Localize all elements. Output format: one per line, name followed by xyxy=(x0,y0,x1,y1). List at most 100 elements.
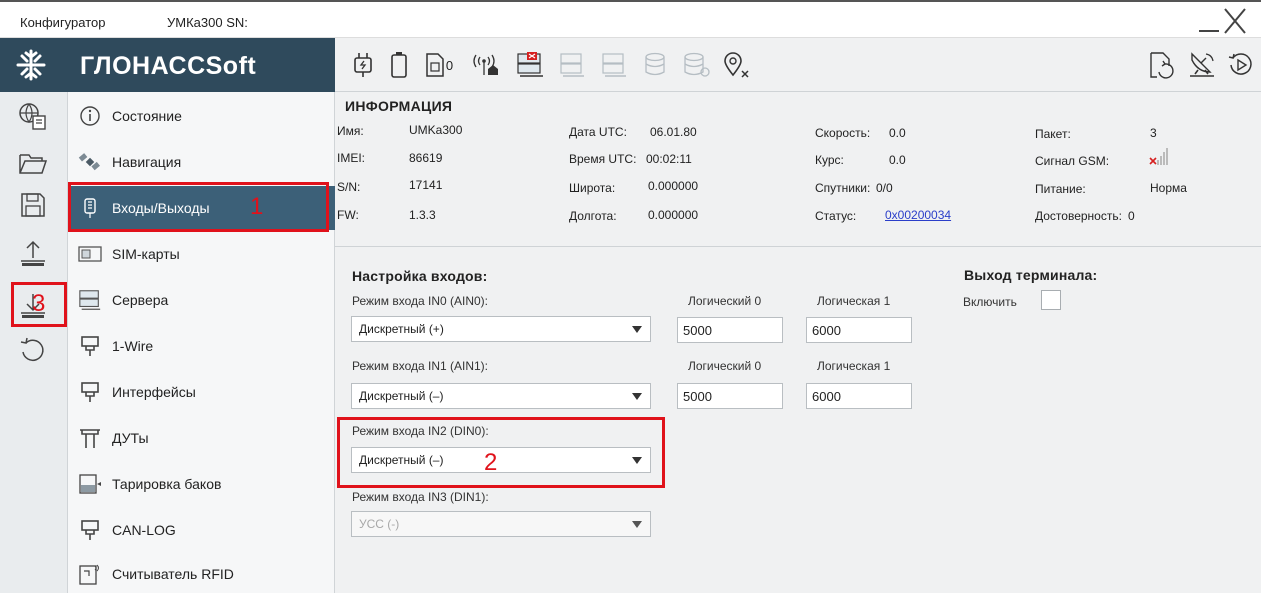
chevron-down-icon xyxy=(632,393,642,400)
sidebar-item-label: Состояние xyxy=(112,108,182,124)
sidebar-item-label: Считыватель RFID xyxy=(112,566,234,582)
inputs-section-title: Настройка входов: xyxy=(352,268,488,284)
in0-logic0-input[interactable]: 5000 xyxy=(677,317,783,343)
info-panel: ИНФОРМАЦИЯ Имя: UMKa300 IMEI: 86619 S/N:… xyxy=(335,92,1261,247)
logic1-label: Логическая 1 xyxy=(817,359,891,373)
annotation-number-1: 1 xyxy=(250,193,264,220)
speed-label: Скорость: xyxy=(815,126,871,140)
globe-device-icon[interactable] xyxy=(16,100,50,134)
battery-icon xyxy=(385,50,413,80)
name-value: UMKa300 xyxy=(409,123,463,137)
io-plug-icon xyxy=(78,196,102,220)
logic1-label: Логическая 1 xyxy=(817,294,891,308)
in0-logic1-input[interactable]: 6000 xyxy=(806,317,912,343)
status-link[interactable]: 0x00200034 xyxy=(885,208,951,222)
server-rack-icon xyxy=(78,288,102,312)
sidebar-item-io[interactable]: Входы/Выходы xyxy=(68,186,335,230)
satellites-label: Спутники: xyxy=(815,181,871,195)
gsm-label: Сигнал GSM: xyxy=(1035,154,1110,168)
imei-value: 86619 xyxy=(409,151,443,165)
chevron-down-icon xyxy=(632,521,642,528)
connector-icon xyxy=(78,334,102,358)
packet-value: 3 xyxy=(1150,126,1157,140)
validity-label: Достоверность: xyxy=(1035,209,1122,223)
imei-label: IMEI: xyxy=(337,151,366,165)
sidebar-item-status[interactable]: Состояние xyxy=(68,94,335,138)
rfid-reader-icon xyxy=(78,562,102,586)
sidebar-item-label: CAN-LOG xyxy=(112,522,176,538)
output-enable-label: Включить xyxy=(963,295,1017,309)
sidebar-item-interfaces[interactable]: Интерфейсы xyxy=(68,370,335,414)
in3-mode-select[interactable]: УСС (-) xyxy=(351,511,651,537)
date-value: 06.01.80 xyxy=(650,125,697,139)
sidebar-item-sim-cards[interactable]: SIM-карты xyxy=(68,232,335,276)
time-value: 00:02:11 xyxy=(646,152,692,166)
chevron-down-icon xyxy=(632,457,642,464)
database-icon xyxy=(641,50,673,80)
power-label: Питание: xyxy=(1035,182,1086,196)
in1-logic0-input[interactable]: 5000 xyxy=(677,383,783,409)
playback-icon[interactable] xyxy=(1225,50,1257,80)
sidebar-item-label: Навигация xyxy=(112,154,182,170)
location-off-icon xyxy=(721,50,753,80)
course-label: Курс: xyxy=(815,153,844,167)
sidebar-item-label: 1-Wire xyxy=(112,338,154,354)
logic0-label: Логический 0 xyxy=(688,359,762,373)
file-refresh-icon[interactable] xyxy=(1143,50,1177,80)
annotation-number-3: 3 xyxy=(32,290,46,317)
chevron-down-icon xyxy=(632,326,642,333)
settings-panel: Настройка входов: Режим входа IN0 (AIN0)… xyxy=(335,247,1261,593)
minimize-icon[interactable] xyxy=(1199,30,1219,32)
connector-icon xyxy=(78,380,102,404)
annotation-number-2: 2 xyxy=(484,449,498,476)
open-folder-icon[interactable] xyxy=(16,146,50,180)
database-settings-icon xyxy=(681,50,713,80)
longitude-value: 0.000000 xyxy=(648,208,699,222)
output-enable-checkbox[interactable] xyxy=(1041,290,1061,310)
sidebar-item-tank-calibration[interactable]: Тарировка баков xyxy=(68,462,335,506)
server-icon xyxy=(557,50,589,80)
power-plug-icon xyxy=(349,50,377,80)
in1-logic1-input[interactable]: 6000 xyxy=(806,383,912,409)
sidebar-item-navigation[interactable]: Навигация xyxy=(68,140,335,184)
in1-mode-value: Дискретный (–) xyxy=(359,389,444,403)
sidebar-item-rfid-reader[interactable]: Считыватель RFID xyxy=(68,552,335,593)
close-icon[interactable] xyxy=(1223,8,1247,34)
sn-value: 17141 xyxy=(409,178,443,192)
sim-card-icon xyxy=(78,242,102,266)
gsm-signal-icon xyxy=(1149,148,1168,165)
fw-value: 1.3.3 xyxy=(409,208,436,222)
satellite-dish-icon[interactable] xyxy=(1185,50,1219,80)
server-icon xyxy=(599,50,631,80)
latitude-value: 0.000000 xyxy=(648,179,699,193)
logic0-label: Логический 0 xyxy=(688,294,762,308)
save-icon[interactable] xyxy=(16,188,50,222)
sidebar-item-1-wire[interactable]: 1-Wire xyxy=(68,324,335,368)
in0-mode-select[interactable]: Дискретный (+) xyxy=(351,316,651,342)
title-bar: Конфигуратор УМКа300 SN: xyxy=(0,0,1261,38)
in1-mode-select[interactable]: Дискретный (–) xyxy=(351,383,651,409)
sidebar-item-fuel-sensors[interactable]: ДУТы xyxy=(68,416,335,460)
app-name: Конфигуратор xyxy=(20,15,106,30)
sidebar-item-can-log[interactable]: CAN-LOG xyxy=(68,508,335,552)
in2-mode-value: Дискретный (–) xyxy=(359,453,444,467)
course-value: 0.0 xyxy=(889,153,906,167)
sidebar-item-label: Тарировка баков xyxy=(112,476,222,492)
window-controls xyxy=(1199,8,1249,38)
in3-mode-value: УСС (-) xyxy=(359,517,400,531)
upload-icon[interactable] xyxy=(16,236,50,270)
reset-icon[interactable] xyxy=(16,334,50,368)
in2-mode-label: Режим входа IN2 (DIN0): xyxy=(352,424,489,438)
packet-label: Пакет: xyxy=(1035,127,1071,141)
date-label: Дата UTC: xyxy=(569,125,627,139)
satellites-value: 0/0 xyxy=(876,181,893,195)
connector-icon xyxy=(78,518,102,542)
sim-slot-value: 0 xyxy=(445,57,454,73)
sidebar-item-servers[interactable]: Сервера xyxy=(68,278,335,322)
info-title: ИНФОРМАЦИЯ xyxy=(345,98,453,114)
fuel-sensor-icon xyxy=(78,426,102,450)
sim-slot-icon: 0 xyxy=(421,50,457,80)
in2-mode-select[interactable]: Дискретный (–) xyxy=(351,447,651,473)
time-label: Время UTC: xyxy=(569,152,637,166)
latitude-label: Широта: xyxy=(569,181,616,195)
